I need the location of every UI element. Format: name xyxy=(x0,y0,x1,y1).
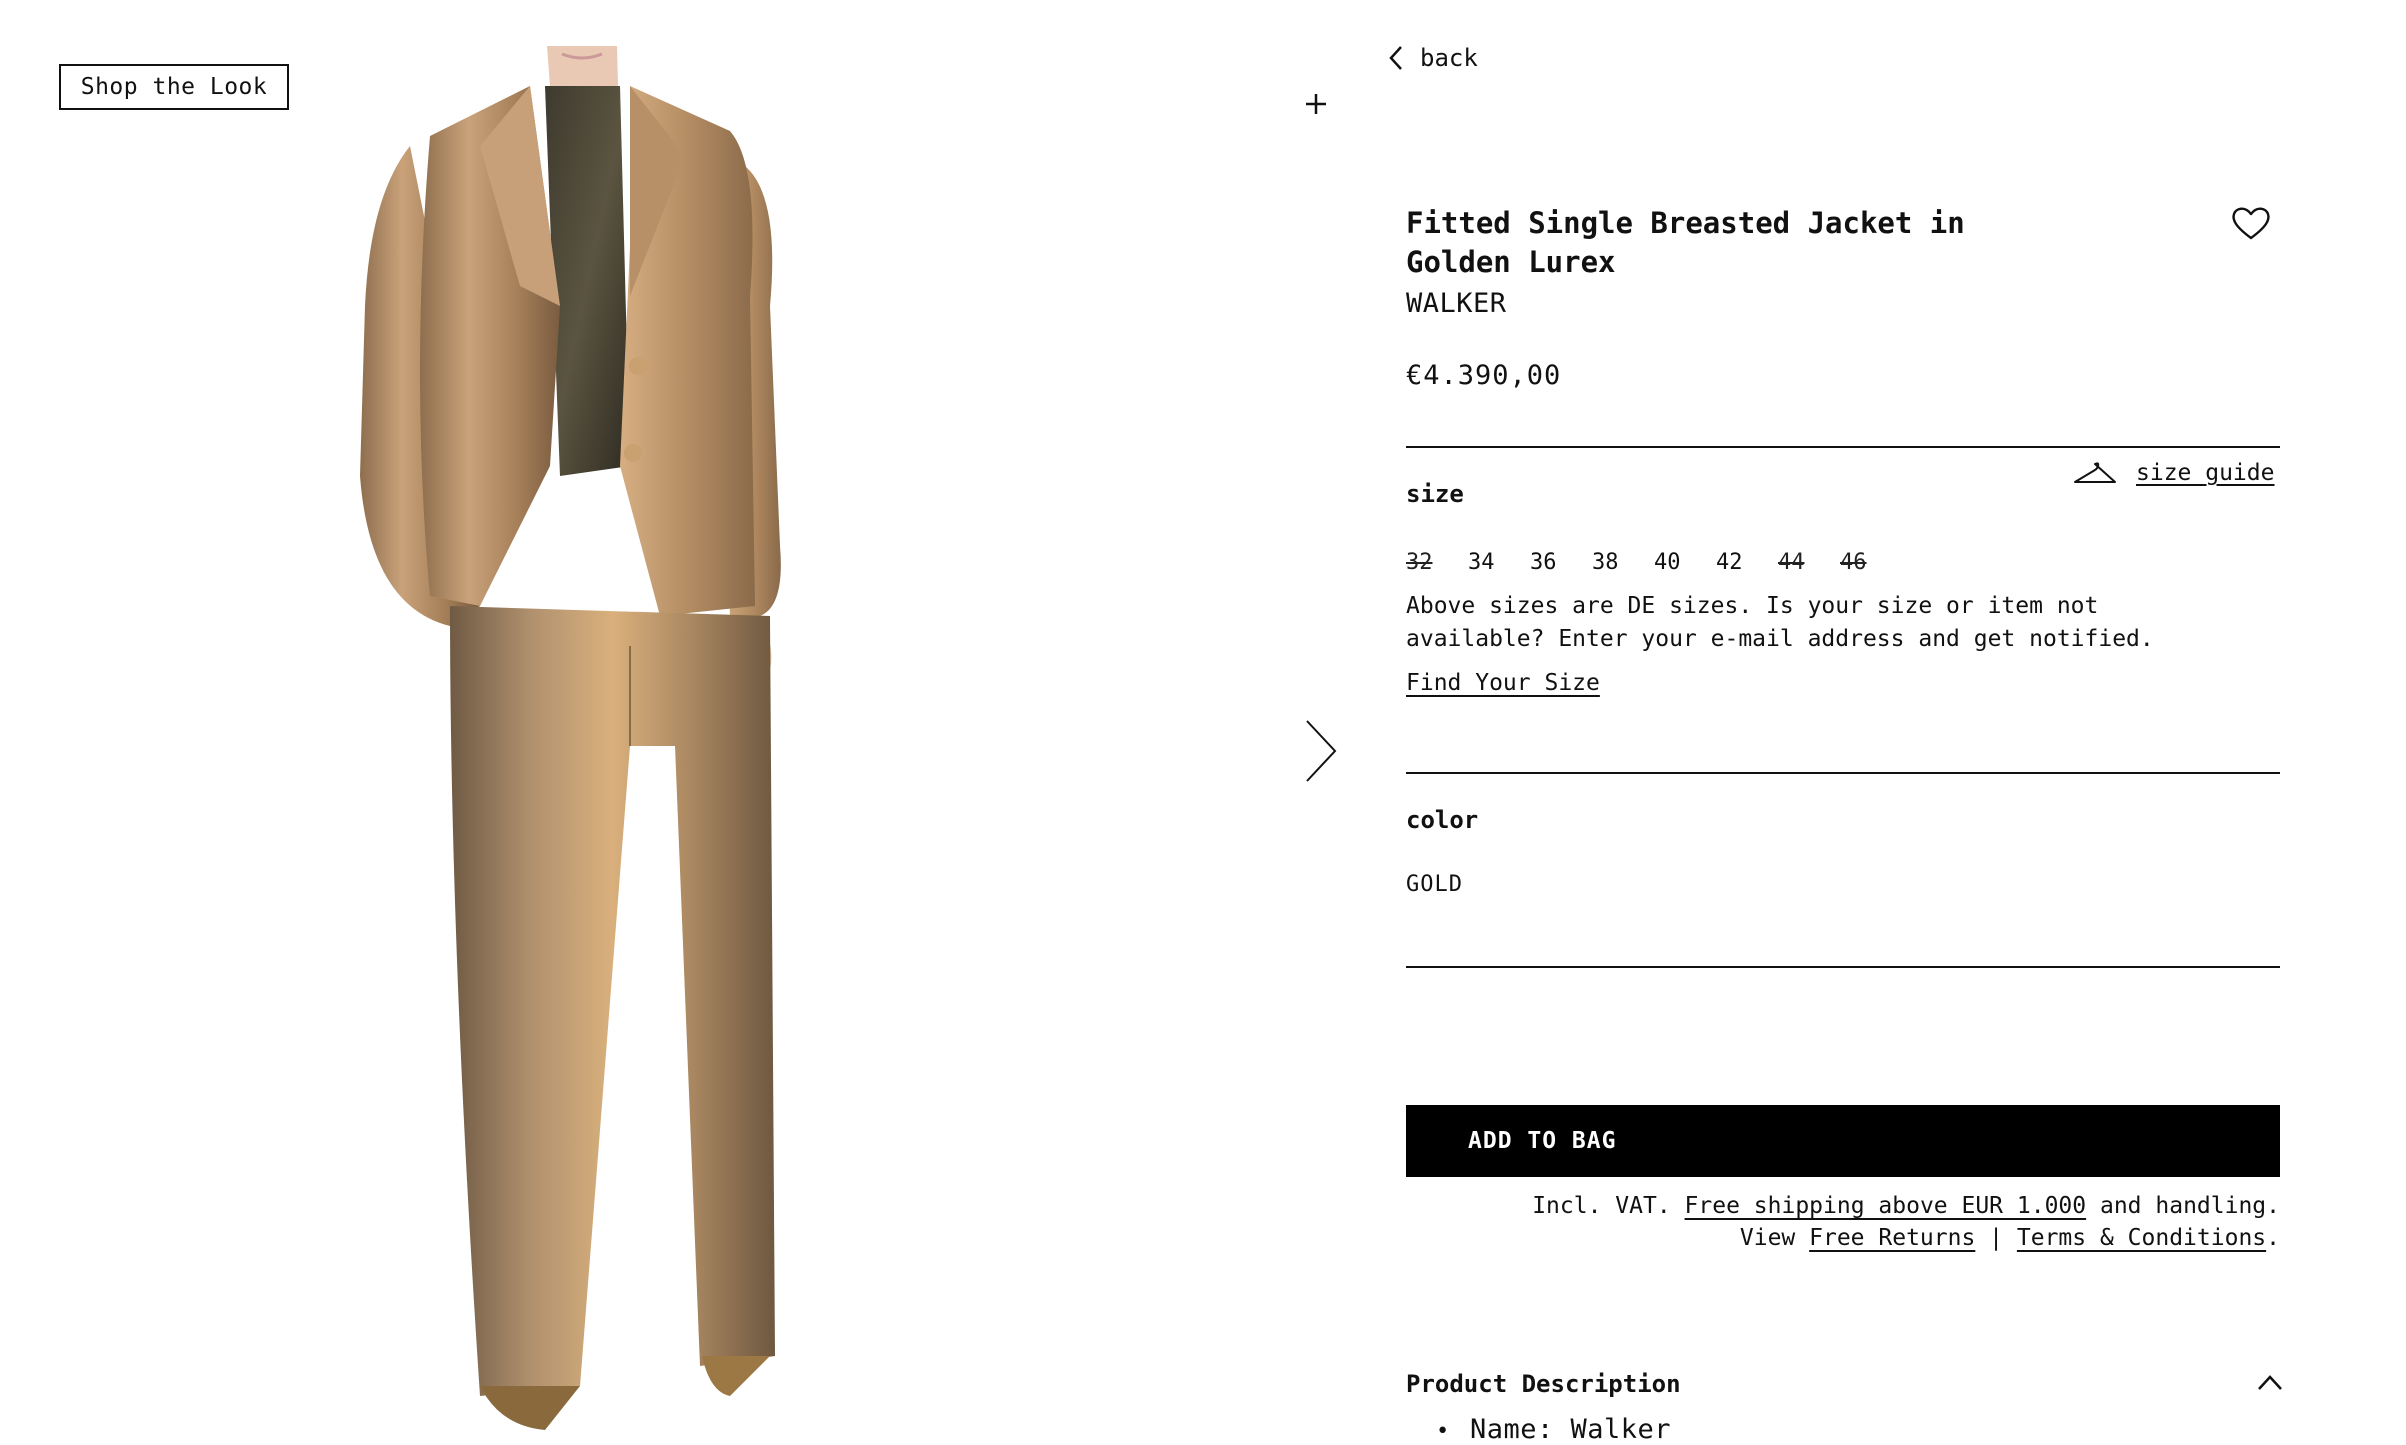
incl-vat-text: Incl. VAT. xyxy=(1532,1193,1671,1219)
collapse-chevron-up-icon[interactable] xyxy=(2256,1372,2284,1392)
terms-conditions-link[interactable]: Terms & Conditions xyxy=(2017,1225,2266,1251)
zoom-plus-icon[interactable] xyxy=(1298,86,1334,122)
product-description-heading[interactable]: Product Description xyxy=(1406,1370,1681,1398)
period: . xyxy=(2266,1225,2280,1251)
find-your-size-link[interactable]: Find Your Size xyxy=(1406,670,1600,696)
product-brand: WALKER xyxy=(1406,288,1507,319)
size-option-34[interactable]: 34 xyxy=(1468,548,1530,577)
divider xyxy=(1406,772,2280,774)
product-title-line-1: Fitted Single Breasted Jacket in xyxy=(1406,206,1965,240)
size-note-line-2: available? Enter your e-mail address and… xyxy=(1406,626,2154,652)
product-price: €4.390,00 xyxy=(1406,360,1562,391)
vat-shipping-note: Incl. VAT. Free shipping above EUR 1.000… xyxy=(1406,1190,2280,1254)
product-title: Fitted Single Breasted Jacket in Golden … xyxy=(1406,204,2026,282)
handling-text: and handling. xyxy=(2099,1193,2280,1219)
product-title-line-2: Golden Lurex xyxy=(1406,245,1616,279)
back-link[interactable]: back xyxy=(1388,44,1478,72)
size-guide-label: size guide xyxy=(2136,460,2275,486)
size-option-42[interactable]: 42 xyxy=(1716,548,1778,577)
wishlist-heart-icon[interactable] xyxy=(2230,204,2272,242)
free-returns-link[interactable]: Free Returns xyxy=(1809,1225,1975,1251)
size-option-38[interactable]: 38 xyxy=(1592,548,1654,577)
size-note-line-1: Above sizes are DE sizes. Is your size o… xyxy=(1406,593,2099,619)
size-availability-note: Above sizes are DE sizes. Is your size o… xyxy=(1406,590,2266,656)
color-value: GOLD xyxy=(1406,872,1463,897)
size-label: size xyxy=(1406,480,1464,508)
view-text: View xyxy=(1739,1225,1796,1251)
color-label: color xyxy=(1406,806,1479,834)
size-option-40[interactable]: 40 xyxy=(1654,548,1716,577)
free-shipping-link[interactable]: Free shipping above EUR 1.000 xyxy=(1685,1193,2087,1219)
size-options: 32 34 36 38 40 42 44 46 xyxy=(1406,548,1902,577)
product-image xyxy=(360,46,781,1430)
size-option-46[interactable]: 46 xyxy=(1840,548,1902,577)
hanger-icon xyxy=(2074,462,2116,483)
size-option-44[interactable]: 44 xyxy=(1778,548,1840,577)
size-guide-link[interactable]: size guide xyxy=(2072,460,2274,486)
chevron-left-icon xyxy=(1389,46,1402,70)
add-to-bag-button[interactable]: ADD TO BAG xyxy=(1406,1105,2280,1177)
separator: | xyxy=(1989,1225,2004,1251)
size-option-32[interactable]: 32 xyxy=(1406,548,1468,577)
divider xyxy=(1406,446,2280,448)
next-image-chevron-right-icon[interactable] xyxy=(1304,718,1338,784)
shop-the-look-button[interactable]: Shop the Look xyxy=(59,64,289,110)
divider xyxy=(1406,966,2280,968)
size-option-36[interactable]: 36 xyxy=(1530,548,1592,577)
back-label: back xyxy=(1420,44,1478,72)
